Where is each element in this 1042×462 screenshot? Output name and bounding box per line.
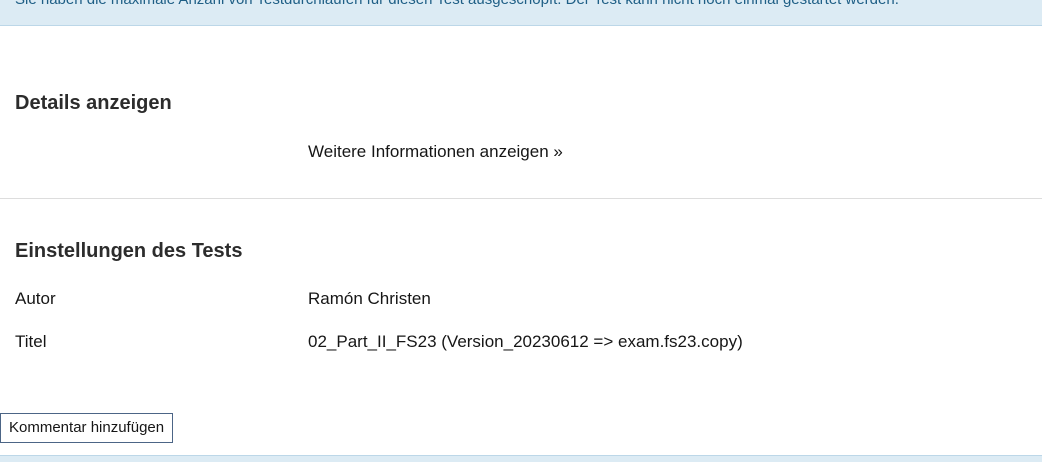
info-message-banner: Sie haben die maximale Anzahl von Testdu… — [0, 0, 1042, 26]
section-divider — [0, 198, 1042, 199]
info-message-text: Sie haben die maximale Anzahl von Testdu… — [15, 0, 899, 10]
settings-section-heading: Einstellungen des Tests — [15, 240, 243, 262]
author-value: Ramón Christen — [308, 289, 431, 308]
bottom-info-strip — [0, 455, 1042, 462]
title-value: 02_Part_II_FS23 (Version_20230612 => exa… — [308, 332, 743, 351]
details-section-heading: Details anzeigen — [15, 92, 172, 114]
title-label: Titel — [15, 332, 47, 351]
show-more-info-link[interactable]: Weitere Informationen anzeigen » — [308, 141, 563, 163]
add-comment-button[interactable]: Kommentar hinzufügen — [0, 413, 174, 443]
author-label: Autor — [15, 289, 56, 308]
test-info-page: Sie haben die maximale Anzahl von Testdu… — [0, 0, 1042, 462]
